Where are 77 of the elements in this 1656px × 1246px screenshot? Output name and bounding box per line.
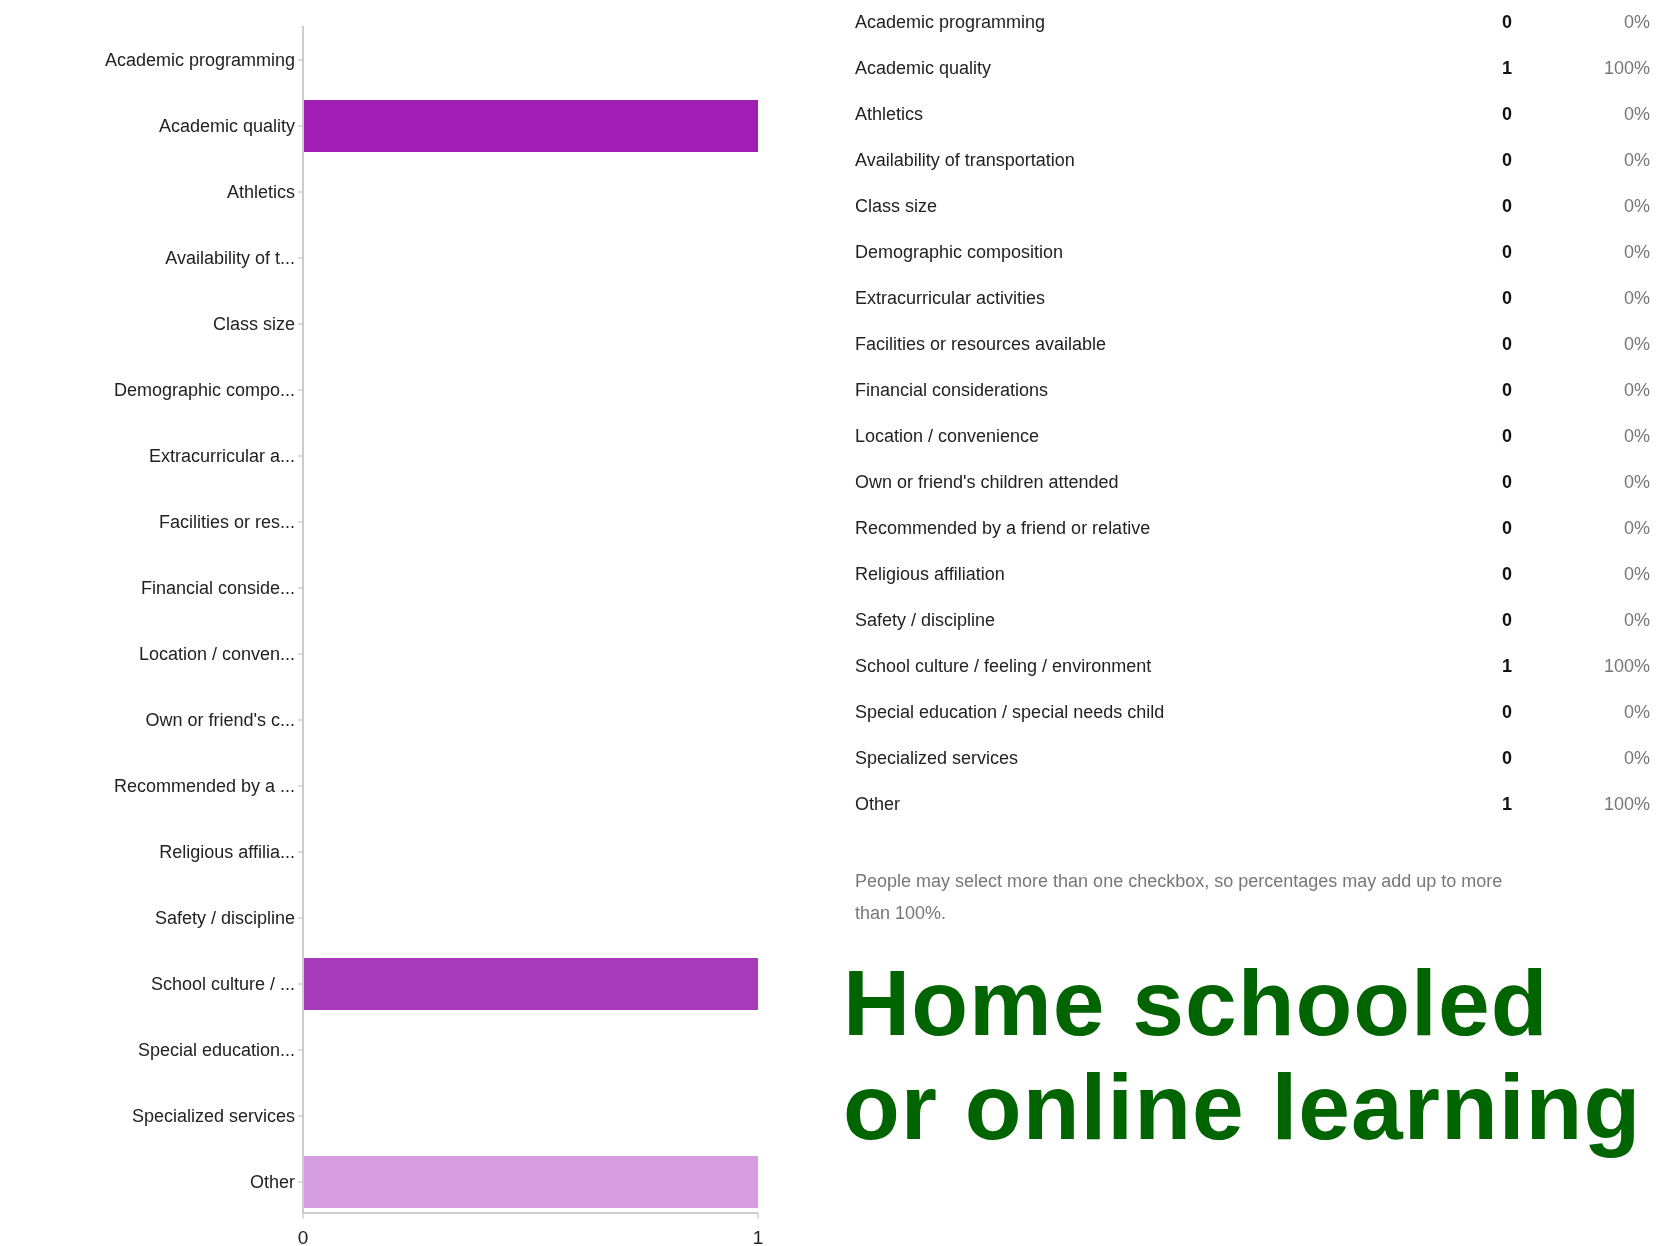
- category-label: School culture / ...: [150, 974, 295, 994]
- response-percent: 0%: [1623, 10, 1650, 34]
- category-label: Special education...: [137, 1040, 295, 1060]
- category-label: Availability of t...: [165, 248, 295, 268]
- response-count: 0: [1501, 608, 1513, 632]
- option-label: Extracurricular activities: [855, 286, 1047, 310]
- response-count: 0: [1501, 102, 1513, 126]
- response-count: 0: [1501, 240, 1513, 264]
- category-label: Class size: [212, 314, 295, 334]
- category-label: Athletics: [226, 182, 295, 202]
- response-count: 0: [1501, 470, 1513, 494]
- option-label: Academic quality: [855, 56, 993, 80]
- category-label: Other: [249, 1172, 295, 1192]
- option-label: Recommended by a friend or relative: [855, 516, 1152, 540]
- response-percent: 0%: [1623, 102, 1650, 126]
- option-label: School culture / feeling / environment: [855, 654, 1153, 678]
- response-count: 0: [1501, 10, 1513, 34]
- response-percent: 0%: [1623, 700, 1650, 724]
- response-percent: 0%: [1623, 378, 1650, 402]
- response-count: 0: [1501, 700, 1513, 724]
- category-label: Recommended by a ...: [113, 776, 295, 796]
- response-count: 0: [1501, 424, 1513, 448]
- response-count: 1: [1501, 654, 1513, 678]
- option-label: Special education / special needs child: [855, 700, 1166, 724]
- option-label: Other: [855, 792, 902, 816]
- category-label: Financial conside...: [140, 578, 295, 598]
- response-count: 0: [1501, 378, 1513, 402]
- option-label: Safety / discipline: [855, 608, 997, 632]
- response-percent: 0%: [1623, 746, 1650, 770]
- category-label: Extracurricular a...: [148, 446, 295, 466]
- note-text: People may select more than one checkbox, so percentages may add up to more than 100%.: [855, 870, 1504, 925]
- category-label: Academic programming: [104, 50, 295, 70]
- option-label: Demographic composition: [855, 240, 1065, 264]
- response-count: 0: [1501, 148, 1513, 172]
- response-count: 0: [1501, 194, 1513, 218]
- response-percent: 0%: [1623, 240, 1650, 264]
- category-label: Facilities or res...: [158, 512, 295, 532]
- response-percent: 0%: [1623, 424, 1650, 448]
- response-percent: 0%: [1623, 470, 1650, 494]
- response-count: 0: [1501, 286, 1513, 310]
- axis-tick-label: 0: [297, 1227, 309, 1246]
- response-count: 0: [1501, 746, 1513, 770]
- response-count: 0: [1501, 332, 1513, 356]
- response-percent: 0%: [1623, 286, 1650, 310]
- response-percent: 0%: [1623, 562, 1650, 586]
- response-percent: 0%: [1623, 516, 1650, 540]
- option-label: Own or friend's children attended: [855, 470, 1120, 494]
- response-percent: 100%: [1602, 56, 1650, 80]
- category-label: Specialized services: [131, 1106, 295, 1126]
- response-count: 0: [1501, 516, 1513, 540]
- category-label: Location / conven...: [138, 644, 295, 664]
- heading-text: Home schooled: [843, 951, 1550, 1055]
- response-percent: 0%: [1623, 148, 1650, 172]
- option-label: Athletics: [855, 102, 925, 126]
- response-count: 1: [1501, 792, 1513, 816]
- option-label: Religious affiliation: [855, 562, 1006, 586]
- option-label: Financial considerations: [855, 378, 1050, 402]
- category-label: Demographic compo...: [113, 380, 295, 400]
- category-label: Safety / discipline: [154, 908, 295, 928]
- axis-tick-label: 1: [752, 1227, 764, 1246]
- response-count: 1: [1501, 56, 1513, 80]
- option-label: Specialized services: [855, 746, 1020, 770]
- option-label: Class size: [855, 194, 939, 218]
- category-label: Religious affilia...: [159, 842, 295, 862]
- response-count: 0: [1501, 562, 1513, 586]
- category-label: Academic quality: [158, 116, 295, 136]
- category-label: Own or friend's c...: [145, 710, 295, 730]
- option-label: Availability of transportation: [855, 148, 1076, 172]
- option-label: Academic programming: [855, 10, 1047, 34]
- option-label: Location / convenience: [855, 424, 1041, 448]
- response-percent: 0%: [1623, 194, 1650, 218]
- response-percent: 0%: [1623, 332, 1650, 356]
- response-percent: 100%: [1602, 792, 1650, 816]
- option-label: Facilities or resources available: [855, 332, 1108, 356]
- response-percent: 0%: [1623, 608, 1650, 632]
- heading-text: or online learning: [843, 1055, 1643, 1159]
- response-percent: 100%: [1602, 654, 1650, 678]
